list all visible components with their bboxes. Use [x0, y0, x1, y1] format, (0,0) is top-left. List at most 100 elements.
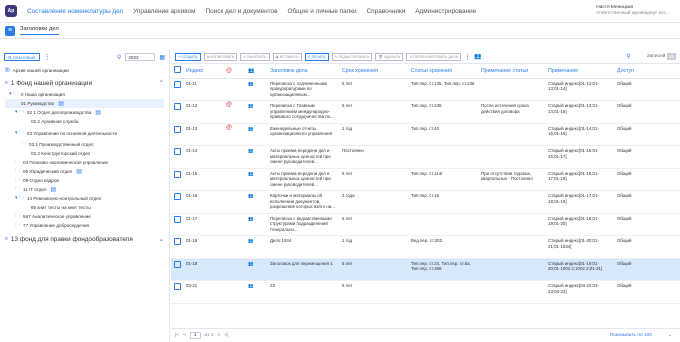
column-header[interactable]: Примечание статьи: [478, 64, 545, 79]
table-cell: 01-17: [183, 213, 223, 236]
table-cell: 03-21: [183, 280, 223, 304]
first-page-icon[interactable]: |<: [175, 333, 179, 338]
tree-item[interactable]: 03.2 Конструкторский отдел: [5, 149, 164, 158]
document-icon[interactable]: ▤: [58, 100, 64, 107]
tree-item[interactable]: 🗀 05 Юридический отдел ▤: [5, 167, 164, 176]
chevron-down-icon[interactable]: ⌄: [668, 333, 672, 338]
table-row[interactable]: 01-12 @ 👥 Переписка с Главным управлением м…: [171, 100, 680, 124]
app-logo[interactable]: Ap: [5, 5, 17, 17]
row-checkbox[interactable]: [171, 258, 183, 281]
table-row[interactable]: 01-13 @ 👥 Еженедельные отчеты организационн…: [171, 123, 680, 146]
column-header[interactable]: @: [223, 64, 245, 79]
page-size-select[interactable]: Показывать по 100: [610, 333, 652, 338]
prev-page-icon[interactable]: <: [183, 333, 186, 338]
fund-node[interactable]: ≡ 1 Фонд нашей организации ⌃: [5, 76, 164, 90]
table-row[interactable]: 01-17 👥 Переписка с ведомственными структу…: [171, 213, 680, 236]
fund-node[interactable]: ≡ 13 фонд для правки фондообразователя ⌄: [5, 230, 164, 248]
row-checkbox[interactable]: [171, 168, 183, 191]
column-header[interactable]: Доступ: [614, 64, 680, 79]
document-icon[interactable]: ▤: [76, 168, 82, 175]
records-count: 25: [667, 53, 676, 60]
table-row[interactable]: 01-16 👥 Карточки и материалы об исполнении…: [171, 190, 680, 214]
table-cell: [478, 213, 545, 236]
nav-item[interactable]: Справочники: [367, 8, 406, 15]
page-input[interactable]: 1: [189, 332, 201, 339]
chevron-up-icon[interactable]: ⌃: [159, 79, 164, 87]
table-cell: 1 год: [339, 235, 408, 259]
table-cell: Дело 1934: [267, 235, 339, 259]
calendar-icon[interactable]: ▦: [159, 54, 165, 61]
nav-item[interactable]: Поиск дел и документов: [206, 8, 278, 15]
tree-item[interactable]: 🗀 04 Планово-экономическое управление: [5, 158, 164, 167]
column-header[interactable]: Статьи хранения: [408, 64, 478, 79]
tree-item[interactable]: ▾ 🗀 14 Ревизионно-контрольный отдел: [5, 194, 164, 203]
document-icon[interactable]: ▤: [95, 109, 101, 116]
folder-icon: ▾ 🗀: [15, 108, 24, 115]
user-info[interactable]: Настя Меницкая Ответственный архивариус …: [596, 5, 670, 17]
table-cell: 👥: [245, 213, 267, 236]
document-icon[interactable]: ▤: [51, 186, 57, 193]
row-checkbox[interactable]: [171, 190, 183, 214]
column-header[interactable]: Индекс: [183, 64, 223, 79]
menu-icon[interactable]: ≡: [5, 25, 15, 36]
paste-button[interactable]: ▣ ВСТАВИТЬ: [272, 52, 302, 61]
table-cell: [223, 78, 245, 101]
row-checkbox[interactable]: [171, 145, 183, 169]
nav-item[interactable]: Составление номенклатуры дел: [27, 8, 123, 15]
archive-node[interactable]: ▥ Архив нашей организации: [5, 64, 164, 76]
edit-button[interactable]: ✎ РЕДАКТИРОВАТЬ: [331, 52, 373, 61]
table-row[interactable]: 01-18 👥 Заголовок для перемещения 15 лет Ти…: [171, 258, 680, 281]
tree-item[interactable]: 🗀 03.1 Производственный отдел: [5, 140, 164, 149]
table-cell: 01-19: [183, 235, 223, 259]
nav-item[interactable]: Общие и личные папки: [288, 8, 357, 15]
row-checkbox[interactable]: [171, 123, 183, 146]
tree-item[interactable]: 🗀 11 IT отдел ▤: [5, 185, 164, 194]
edit-label: РЕДАКТИРОВАТЬ: [338, 54, 370, 59]
search-icon[interactable]: ⚲: [117, 54, 121, 61]
more-icon[interactable]: ⋮: [464, 53, 471, 61]
users-icon[interactable]: 👥: [474, 53, 481, 60]
delete-button[interactable]: 🗑 УДАЛИТЬ: [375, 52, 404, 61]
table-cell: При отсутствии годовых, квартальных - По…: [478, 168, 545, 191]
row-checkbox[interactable]: [171, 280, 183, 304]
more-icon[interactable]: ⋮: [44, 53, 51, 61]
renumber-button[interactable]: ⇅ ПЕРЕНУМЕРОВАТЬ ДЕЛА: [406, 52, 461, 61]
create-button[interactable]: + СОЗДАТЬ: [175, 52, 201, 61]
tree-item[interactable]: 🗀 567 Аналитическое управление: [5, 212, 164, 221]
row-checkbox[interactable]: [171, 235, 183, 259]
chevron-down-icon[interactable]: ⌄: [159, 236, 164, 243]
table-row[interactable]: 01-15 👥 Акты приема-передачи дел и материа…: [171, 168, 680, 191]
tree-item[interactable]: 🗀 77 Управление добросердечия: [5, 221, 164, 230]
copy-button[interactable]: ⧉ КОПИРОВАТЬ: [203, 52, 238, 61]
row-checkbox[interactable]: [171, 100, 183, 124]
planned-button[interactable]: ☰ ПЛАНОВЫЕ: [4, 53, 40, 61]
search-icon[interactable]: ⚲: [626, 53, 630, 60]
users-icon[interactable]: 👥: [245, 64, 267, 79]
year-input[interactable]: 2022: [125, 53, 156, 61]
tree-item[interactable]: 01 Руководство ▤: [5, 99, 164, 108]
tree-item[interactable]: 🗀 09 Отдел кадров: [5, 176, 164, 185]
select-all-checkbox[interactable]: [171, 64, 183, 79]
tree-item[interactable]: ▾ 🗀 0 Наша организация: [5, 90, 164, 99]
next-page-icon[interactable]: >: [217, 333, 220, 338]
tree-item[interactable]: 65 книт тесты на книт тесты: [5, 203, 164, 212]
row-checkbox[interactable]: [171, 78, 183, 101]
table-row[interactable]: 01-11 👥 Переписка с подчиненными прокурора…: [171, 78, 680, 101]
nav-item[interactable]: Управление архивом: [133, 8, 195, 15]
cut-button[interactable]: ✂ ВЫРЕЗАТЬ: [240, 52, 270, 61]
column-header[interactable]: Примечание: [545, 64, 614, 79]
column-header[interactable]: Заголовок дела: [267, 64, 339, 79]
last-page-icon[interactable]: >|: [224, 333, 228, 338]
print-button[interactable]: ⎙ ПЕЧАТЬ: [304, 52, 329, 61]
table-row[interactable]: 01-14 👥 Акты приема-передачи дел и материа…: [171, 145, 680, 169]
table-cell: 👥: [245, 190, 267, 214]
table-cell: Старый индекс[01-16;01-17;01-18]: [545, 168, 614, 191]
tree-item[interactable]: ▾ 🗀 02 1 Отдел делопроизводства ▤: [5, 108, 164, 117]
tree-item[interactable]: 02.2 Архивная служба: [5, 117, 164, 126]
tree-item[interactable]: ▾ 🗀 03 Управление по основной деятельност…: [5, 126, 164, 140]
nav-item[interactable]: Администрирование: [415, 8, 476, 15]
table-row[interactable]: 03-21 👥 23 5 лет Старый индекс[03-22;03-23;0…: [171, 280, 680, 304]
row-checkbox[interactable]: [171, 213, 183, 236]
column-header[interactable]: Срок хранения: [339, 64, 408, 79]
table-row[interactable]: 01-19 👥 Дело 1934 1 год Вед.пер. ст.203 Стары…: [171, 235, 680, 259]
